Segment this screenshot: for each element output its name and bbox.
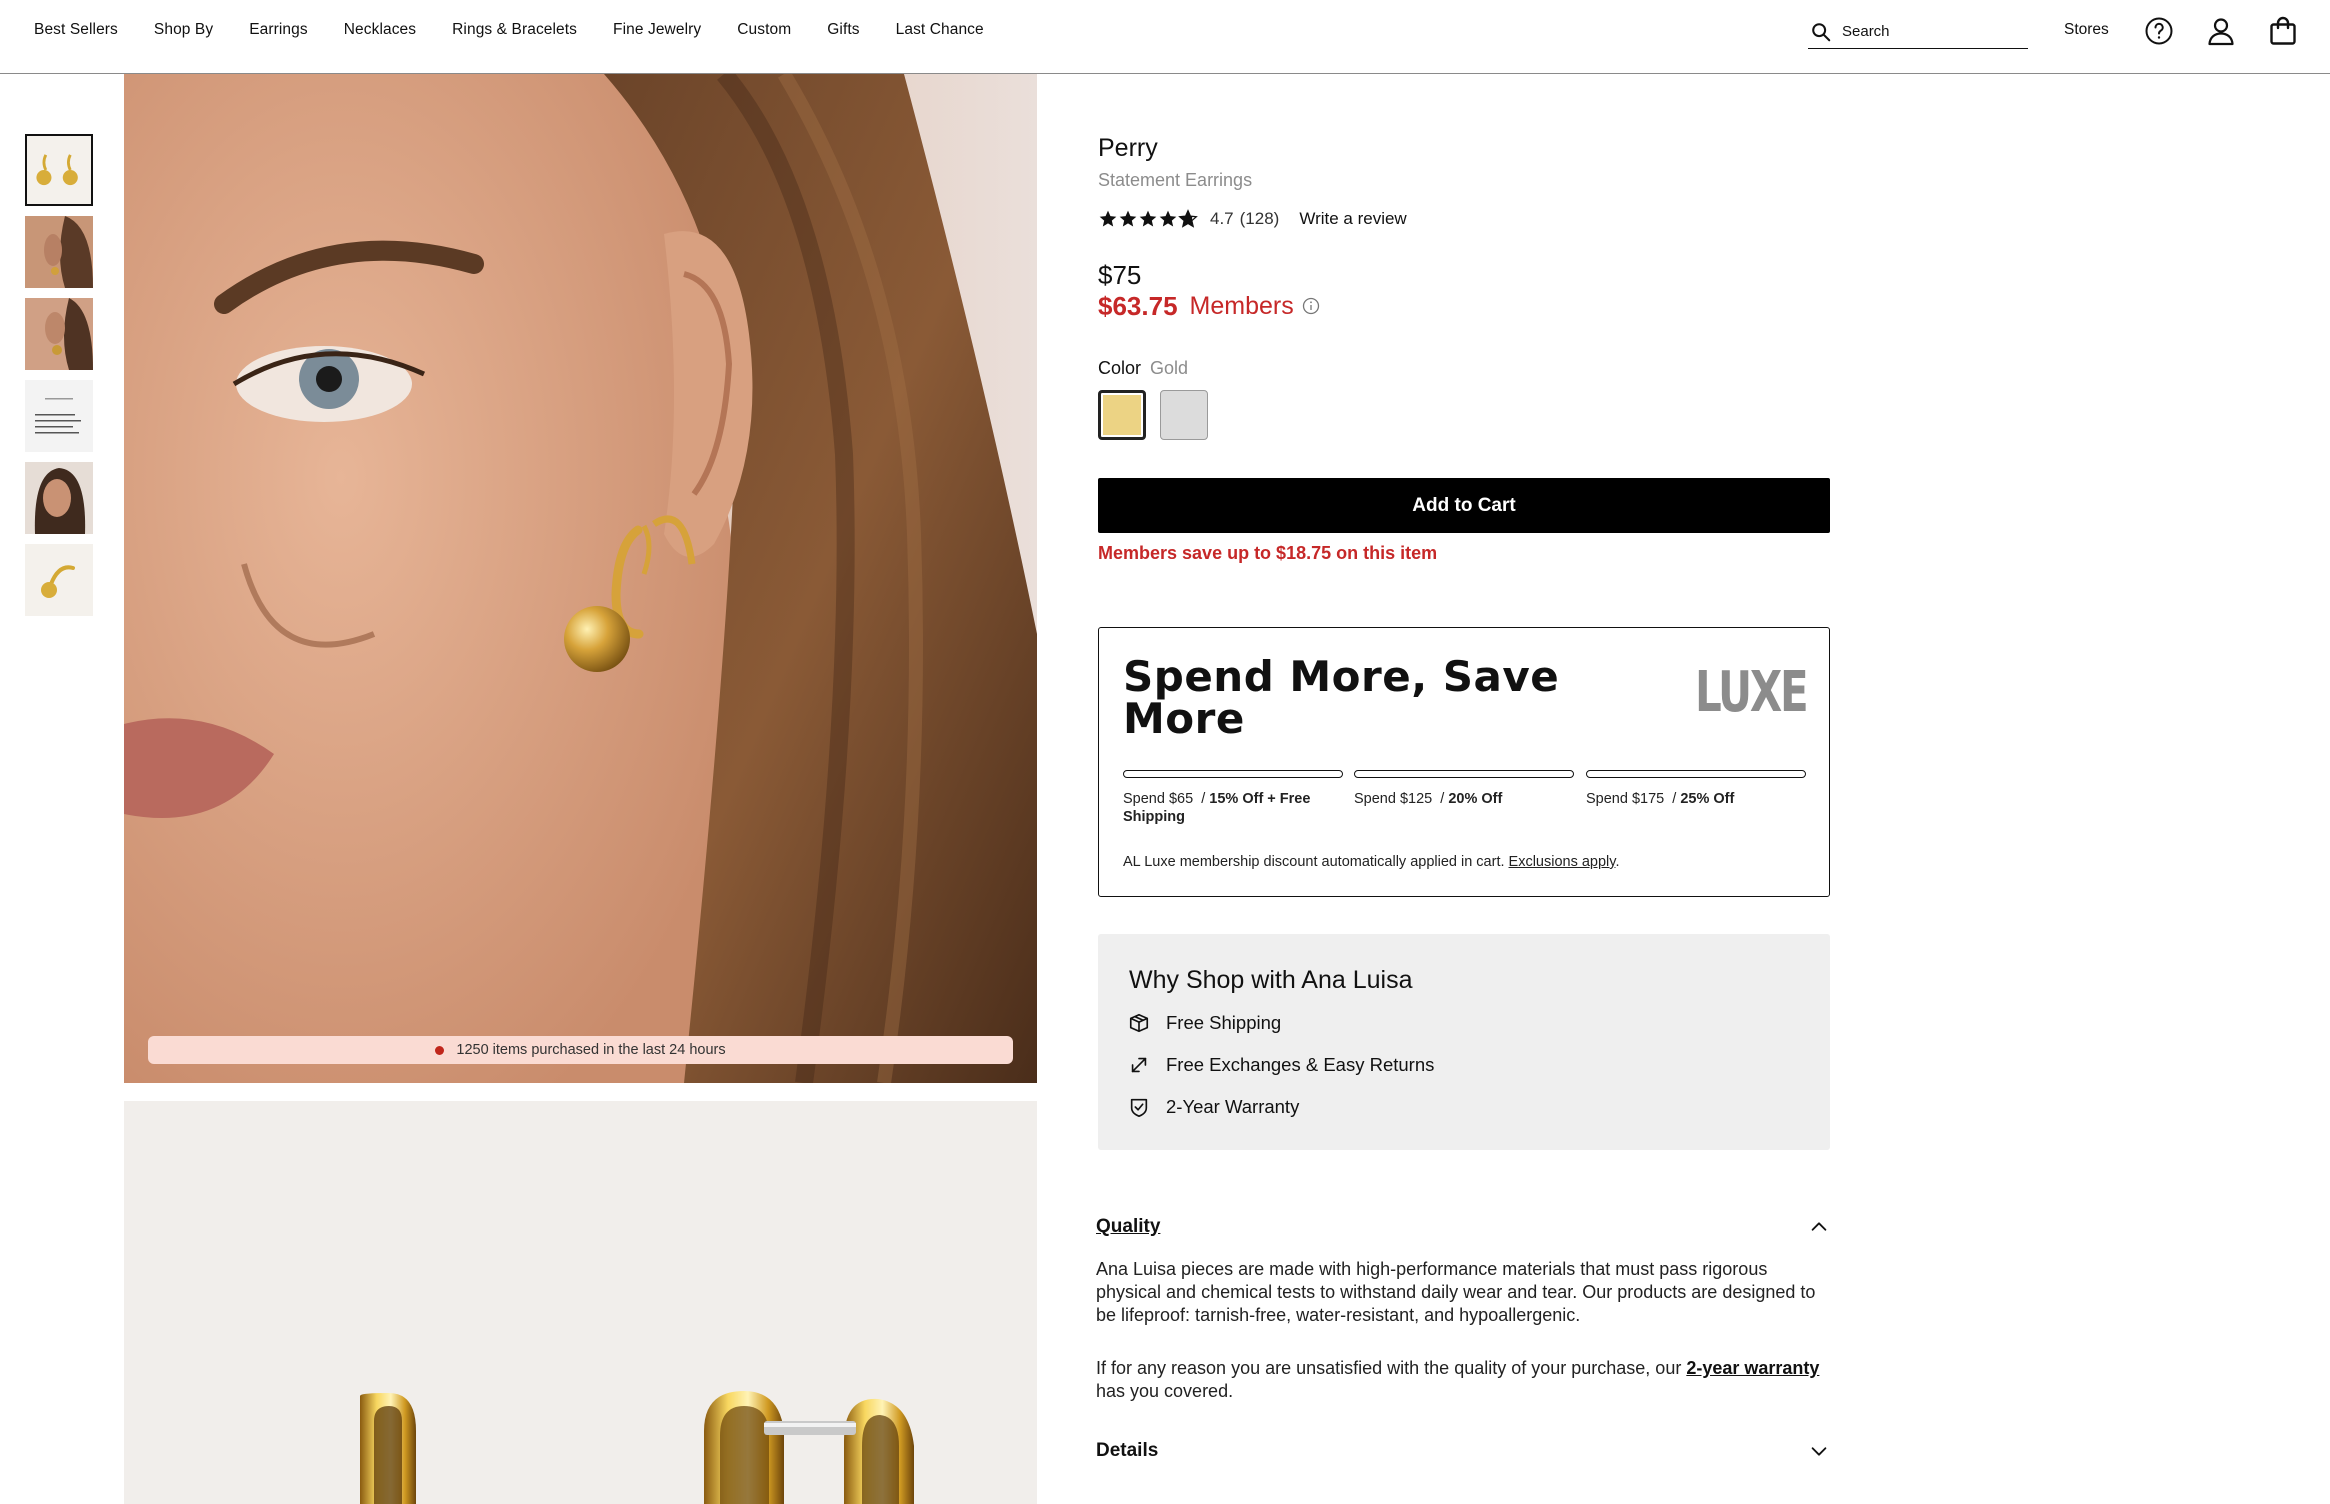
help-icon[interactable]: [2144, 16, 2174, 46]
info-icon[interactable]: [1302, 297, 1320, 315]
nav-last-chance[interactable]: Last Chance: [896, 21, 984, 39]
nav-earrings[interactable]: Earrings: [249, 21, 308, 39]
accordion-details-title[interactable]: Details: [1096, 1440, 1158, 1462]
rating-stars: [1098, 209, 1198, 229]
search-input[interactable]: [1842, 23, 2012, 40]
color-selector-label: Color Gold: [1098, 358, 1188, 379]
tier-progress-bar: [1586, 770, 1806, 778]
member-price-row: $63.75 Members: [1098, 290, 1320, 322]
accordion-quality-body-2: If for any reason you are unsatisfied wi…: [1096, 1357, 1836, 1403]
star-partial-icon: [1178, 209, 1198, 228]
accordion-quality-header[interactable]: Quality: [1096, 1214, 1830, 1240]
purchase-activity-banner: 1250 items purchased in the last 24 hour…: [148, 1036, 1013, 1064]
box-icon: [1129, 1013, 1149, 1033]
search-bar: [1808, 15, 2028, 49]
star-icon: [1119, 210, 1137, 227]
nav-necklaces[interactable]: Necklaces: [344, 21, 416, 39]
nav-custom[interactable]: Custom: [737, 21, 791, 39]
tier-spend: Spend $175: [1586, 791, 1665, 807]
luxe-tier-2: Spend $125 / 20% Off: [1354, 770, 1574, 808]
purchase-activity-text: 1250 items purchased in the last 24 hour…: [456, 1042, 726, 1058]
bag-icon[interactable]: [2268, 16, 2298, 46]
thumbnail-earrings-pair[interactable]: [25, 134, 93, 206]
star-icon: [1139, 210, 1157, 227]
product-hero-image: [124, 74, 1037, 1083]
shield-check-icon: [1130, 1098, 1148, 1117]
luxe-logo: LUXE: [1695, 660, 1809, 725]
product-rating: 4.7 (128) Write a review: [1098, 208, 1407, 230]
thumbnail-single-earring[interactable]: [25, 544, 93, 616]
swatch-silver[interactable]: [1160, 390, 1208, 440]
chevron-up-icon[interactable]: [1808, 1216, 1830, 1238]
why-item-label: Free Exchanges & Easy Returns: [1166, 1054, 1435, 1075]
accordion-details-header[interactable]: Details: [1096, 1438, 1830, 1464]
color-value: Gold: [1150, 358, 1189, 378]
luxe-note-end: .: [1615, 854, 1620, 870]
color-label: Color: [1098, 358, 1142, 378]
product-subtitle: Statement Earrings: [1098, 170, 1253, 190]
tier-text: Spend $175 / 25% Off: [1586, 791, 1735, 807]
nav-rings-bracelets[interactable]: Rings & Bracelets: [452, 21, 577, 39]
warranty-link[interactable]: 2-year warranty: [1686, 1358, 1819, 1378]
quality-text-end: has you covered.: [1096, 1381, 1234, 1401]
tier-reward: 25% Off: [1680, 791, 1735, 807]
luxe-note-text: AL Luxe membership discount automaticall…: [1123, 854, 1505, 870]
write-review-link[interactable]: Write a review: [1299, 209, 1406, 229]
member-label: Members: [1189, 291, 1294, 320]
why-shop-title: Why Shop with Ana Luisa: [1129, 966, 1413, 994]
thumbnail-info-card[interactable]: [25, 380, 93, 452]
luxe-title: Spend More, Save More: [1123, 652, 1560, 743]
nav-gifts[interactable]: Gifts: [827, 21, 859, 39]
site-header: Best Sellers Shop By Earrings Necklaces …: [0, 0, 2330, 74]
why-item-label: Free Shipping: [1166, 1012, 1282, 1033]
tier-progress-bar: [1123, 770, 1343, 778]
nav-best-sellers[interactable]: Best Sellers: [34, 21, 118, 39]
luxe-tier-1: Spend $65 / 15% Off + Free Shipping: [1123, 770, 1343, 826]
quality-text-start: If for any reason you are unsatisfied wi…: [1096, 1358, 1687, 1378]
why-item-exchanges: Free Exchanges & Easy Returns: [1128, 1054, 1434, 1076]
live-dot-icon: [435, 1045, 445, 1055]
nav-fine-jewelry[interactable]: Fine Jewelry: [613, 21, 701, 39]
accordion-quality-body-1: Ana Luisa pieces are made with high-perf…: [1096, 1259, 1816, 1325]
rating-value: 4.7: [1210, 209, 1234, 228]
member-price: $63.75: [1098, 290, 1178, 321]
exclusions-link[interactable]: Exclusions apply: [1509, 854, 1616, 870]
swatch-gold[interactable]: [1098, 390, 1146, 440]
tier-text: Spend $65 / 15% Off + Free Shipping: [1123, 791, 1311, 825]
review-count[interactable]: (128): [1240, 209, 1280, 229]
tier-reward: 20% Off: [1448, 791, 1503, 807]
thumbnail-model-portrait[interactable]: [25, 462, 93, 534]
why-item-label: 2-Year Warranty: [1166, 1096, 1300, 1117]
product-secondary-image: [124, 1101, 1037, 1504]
member-savings-text: Members save up to $18.75 on this item: [1098, 543, 1438, 563]
tier-text: Spend $125 / 20% Off: [1354, 791, 1503, 807]
nav-shop-by[interactable]: Shop By: [154, 21, 213, 39]
accordion-quality-title[interactable]: Quality: [1096, 1216, 1160, 1238]
thumbnail-model-ear-2[interactable]: [25, 298, 93, 370]
tier-progress-bar: [1354, 770, 1574, 778]
account-icon[interactable]: [2206, 16, 2236, 46]
add-to-cart-button[interactable]: Add to Cart: [1098, 478, 1830, 533]
why-shop-box: Why Shop with Ana Luisa Free Shipping Fr…: [1098, 934, 1830, 1150]
chevron-down-icon[interactable]: [1808, 1440, 1830, 1462]
luxe-note: AL Luxe membership discount automaticall…: [1123, 854, 1620, 870]
luxe-tier-3: Spend $175 / 25% Off: [1586, 770, 1806, 808]
main-nav: Best Sellers Shop By Earrings Necklaces …: [34, 0, 1020, 60]
why-item-warranty: 2-Year Warranty: [1128, 1096, 1299, 1118]
luxe-promo-box: Spend More, Save More LUXE Spend $65 / 1…: [1098, 627, 1830, 897]
exchange-arrows-icon: [1131, 1057, 1147, 1073]
stores-link[interactable]: Stores: [2064, 21, 2109, 39]
product-name: Perry: [1098, 134, 1158, 162]
thumbnail-model-ear-1[interactable]: [25, 216, 93, 288]
regular-price: $75: [1098, 260, 1142, 290]
tier-spend: Spend $65: [1123, 791, 1194, 807]
star-icon: [1159, 210, 1177, 227]
search-icon[interactable]: [1810, 21, 1832, 43]
star-icon: [1099, 210, 1117, 227]
tier-spend: Spend $125: [1354, 791, 1433, 807]
why-item-shipping: Free Shipping: [1128, 1012, 1281, 1034]
